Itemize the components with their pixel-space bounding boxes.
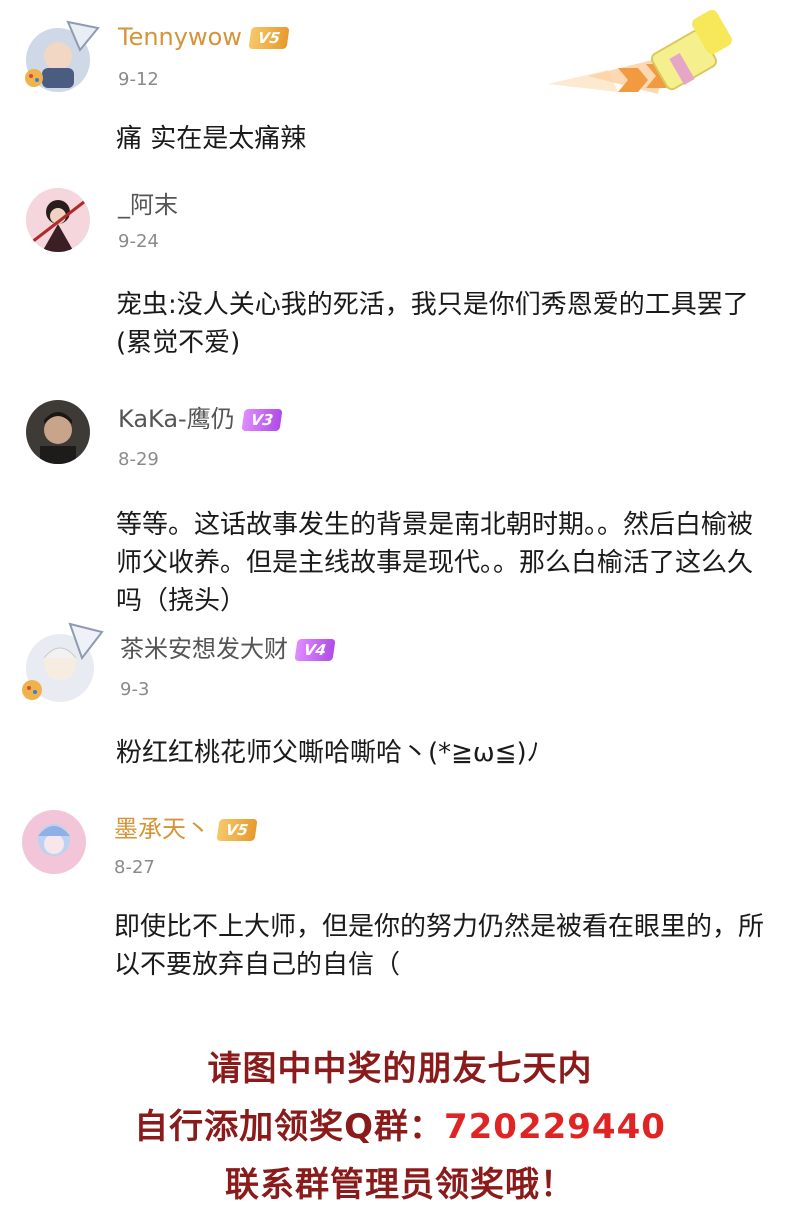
avatar[interactable] [18,14,102,98]
vip-badge: V4 [294,639,336,661]
comment-date: 8-27 [114,857,155,878]
username[interactable]: KaKa-鹰仍 V3 [118,404,283,434]
comment-text: 宠虫:没人关心我的死活，我只是你们秀恩爱的工具罢了(累觉不爱) [116,290,749,358]
prize-notice: 请图中中奖的朋友七天内 自行添加领奖Q群：720229440 联系群管理员领奖哦… [0,1040,800,1214]
notice-line-3: 联系群管理员领奖哦！ [225,1165,575,1205]
username[interactable]: _阿末 [118,190,178,220]
comment-item: 墨承天丶 V5 8-27 即使比不上大师，但是你的努力仍然是被看在眼里的，所以不要… [0,800,800,990]
notice-line-2: 自行添加领奖Q群：720229440 [0,1098,800,1156]
avatar[interactable] [22,810,86,874]
paintbrush-decoration [548,4,748,106]
avatar[interactable] [26,188,90,252]
comment-date: 9-3 [120,679,150,700]
comment-date: 9-12 [118,69,159,90]
comment-text: 即使比不上大师，但是你的努力仍然是被看在眼里的，所以不要放弃自己的自信（ [114,912,765,980]
comment-text: 痛 实在是太痛辣 [116,124,307,154]
comment-text: 粉红红桃花师父嘶哈嘶哈丶(*≧ω≦)ﾉ [116,738,540,768]
vip-badge: V5 [248,27,290,49]
comment-date: 9-24 [118,231,159,252]
avatar[interactable] [26,400,90,464]
comment-text: 等等。这话故事发生的背景是南北朝时期。。然后白榆被师父收养。但是主线故事是现代。… [116,510,754,616]
comment-item: KaKa-鹰仍 V3 8-29 等等。这话故事发生的背景是南北朝时期。。然后白榆被… [0,392,800,620]
notice-line-2-label: 自行添加领奖Q群： [134,1107,444,1147]
vip-badge: V3 [241,409,283,431]
username[interactable]: Tennywow V5 [118,22,290,52]
avatar[interactable] [14,618,108,712]
comment-item: _阿末 9-24 宠虫:没人关心我的死活，我只是你们秀恩爱的工具罢了(累觉不爱) [0,180,800,380]
qq-group-number[interactable]: 720229440 [444,1107,666,1147]
comment-date: 8-29 [118,449,159,470]
comment-item: Tennywow V5 9-12 痛 实在是太痛辣 [0,0,800,180]
username[interactable]: 茶米安想发大财 V4 [120,634,336,664]
notice-line-1: 请图中中奖的朋友七天内 [207,1049,593,1089]
comment-item: 茶米安想发大财 V4 9-3 粉红红桃花师父嘶哈嘶哈丶(*≧ω≦)ﾉ [0,616,800,792]
vip-badge: V5 [216,819,258,841]
username[interactable]: 墨承天丶 V5 [114,814,258,844]
